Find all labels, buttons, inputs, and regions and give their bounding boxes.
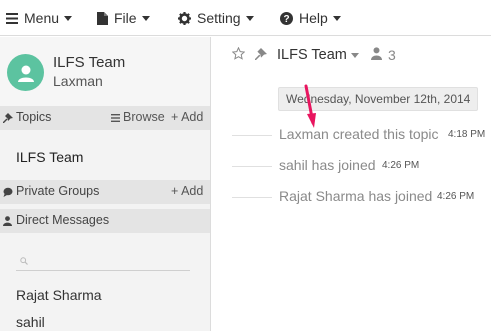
sidebar: ILFS Team Laxman Topics Browse + Add ILF…: [0, 37, 211, 331]
help-icon: ?: [280, 11, 293, 25]
add-topic-button[interactable]: + Add: [171, 110, 203, 124]
direct-messages-search-input[interactable]: [16, 249, 190, 271]
private-groups-section-header: Private Groups + Add: [0, 180, 210, 204]
main-panel: ILFS Team 3 Wednesday, November 12th, 20…: [212, 37, 491, 331]
chevron-down-icon: [245, 16, 254, 21]
date-divider: Wednesday, November 12th, 2014: [278, 87, 479, 111]
file-icon: [97, 11, 108, 25]
hamburger-icon: [6, 12, 18, 24]
member-count: 3: [388, 47, 396, 63]
chat-bubble-icon: [3, 186, 13, 200]
avatar: [7, 54, 44, 91]
sidebar-item-ilfs-team[interactable]: ILFS Team: [16, 149, 83, 165]
chevron-down-icon: [64, 16, 73, 21]
setting-dropdown[interactable]: Setting: [178, 0, 254, 36]
user-avatar-icon: [17, 65, 34, 82]
message-time: 4:18 PM: [448, 129, 486, 140]
star-icon[interactable]: [231, 46, 246, 65]
message-time: 4:26 PM: [382, 160, 420, 171]
divider: [232, 166, 272, 167]
menu-label: Menu: [24, 10, 60, 26]
divider: [232, 135, 272, 136]
topic-title[interactable]: ILFS Team: [277, 47, 347, 63]
list-icon: [111, 111, 120, 125]
message-text: Laxman created this topic: [279, 126, 439, 142]
file-label: File: [114, 10, 137, 26]
members-icon[interactable]: [371, 47, 382, 65]
browse-label: Browse: [123, 110, 165, 124]
topics-section-header: Topics Browse + Add: [0, 106, 210, 130]
divider: [232, 197, 272, 198]
message-text: Rajat Sharma has joined: [279, 188, 433, 204]
chevron-down-icon[interactable]: [351, 53, 359, 58]
add-private-group-button[interactable]: + Add: [171, 184, 203, 198]
setting-label: Setting: [197, 10, 241, 26]
direct-messages-label: Direct Messages: [16, 213, 110, 227]
topic-header: ILFS Team 3: [212, 37, 491, 73]
dm-user-sahil[interactable]: sahil: [16, 314, 45, 330]
top-menu-bar: Menu File Setting ? Help: [0, 0, 491, 36]
message-time: 4:26 PM: [437, 191, 475, 202]
search-icon: [20, 252, 28, 270]
chevron-down-icon: [332, 16, 341, 21]
team-name: ILFS Team: [53, 54, 126, 71]
chevron-down-icon: [141, 16, 150, 21]
message-text: sahil has joined: [279, 157, 376, 173]
pin-icon: [2, 112, 13, 126]
topics-label: Topics: [16, 110, 52, 124]
help-dropdown[interactable]: ? Help: [280, 0, 341, 36]
private-groups-label: Private Groups: [16, 184, 100, 198]
browse-topics-button[interactable]: Browse: [111, 110, 165, 125]
dm-user-rajat-sharma[interactable]: Rajat Sharma: [16, 287, 102, 303]
file-dropdown[interactable]: File: [97, 0, 150, 36]
gear-icon: [178, 11, 191, 25]
help-label: Help: [299, 10, 328, 26]
direct-messages-section-header: Direct Messages: [0, 209, 210, 233]
person-icon: [3, 215, 12, 229]
menu-dropdown[interactable]: Menu: [6, 0, 73, 36]
team-profile[interactable]: ILFS Team Laxman: [0, 37, 210, 106]
user-name: Laxman: [53, 73, 103, 89]
pin-icon[interactable]: [254, 47, 267, 65]
svg-text:?: ?: [283, 14, 289, 25]
